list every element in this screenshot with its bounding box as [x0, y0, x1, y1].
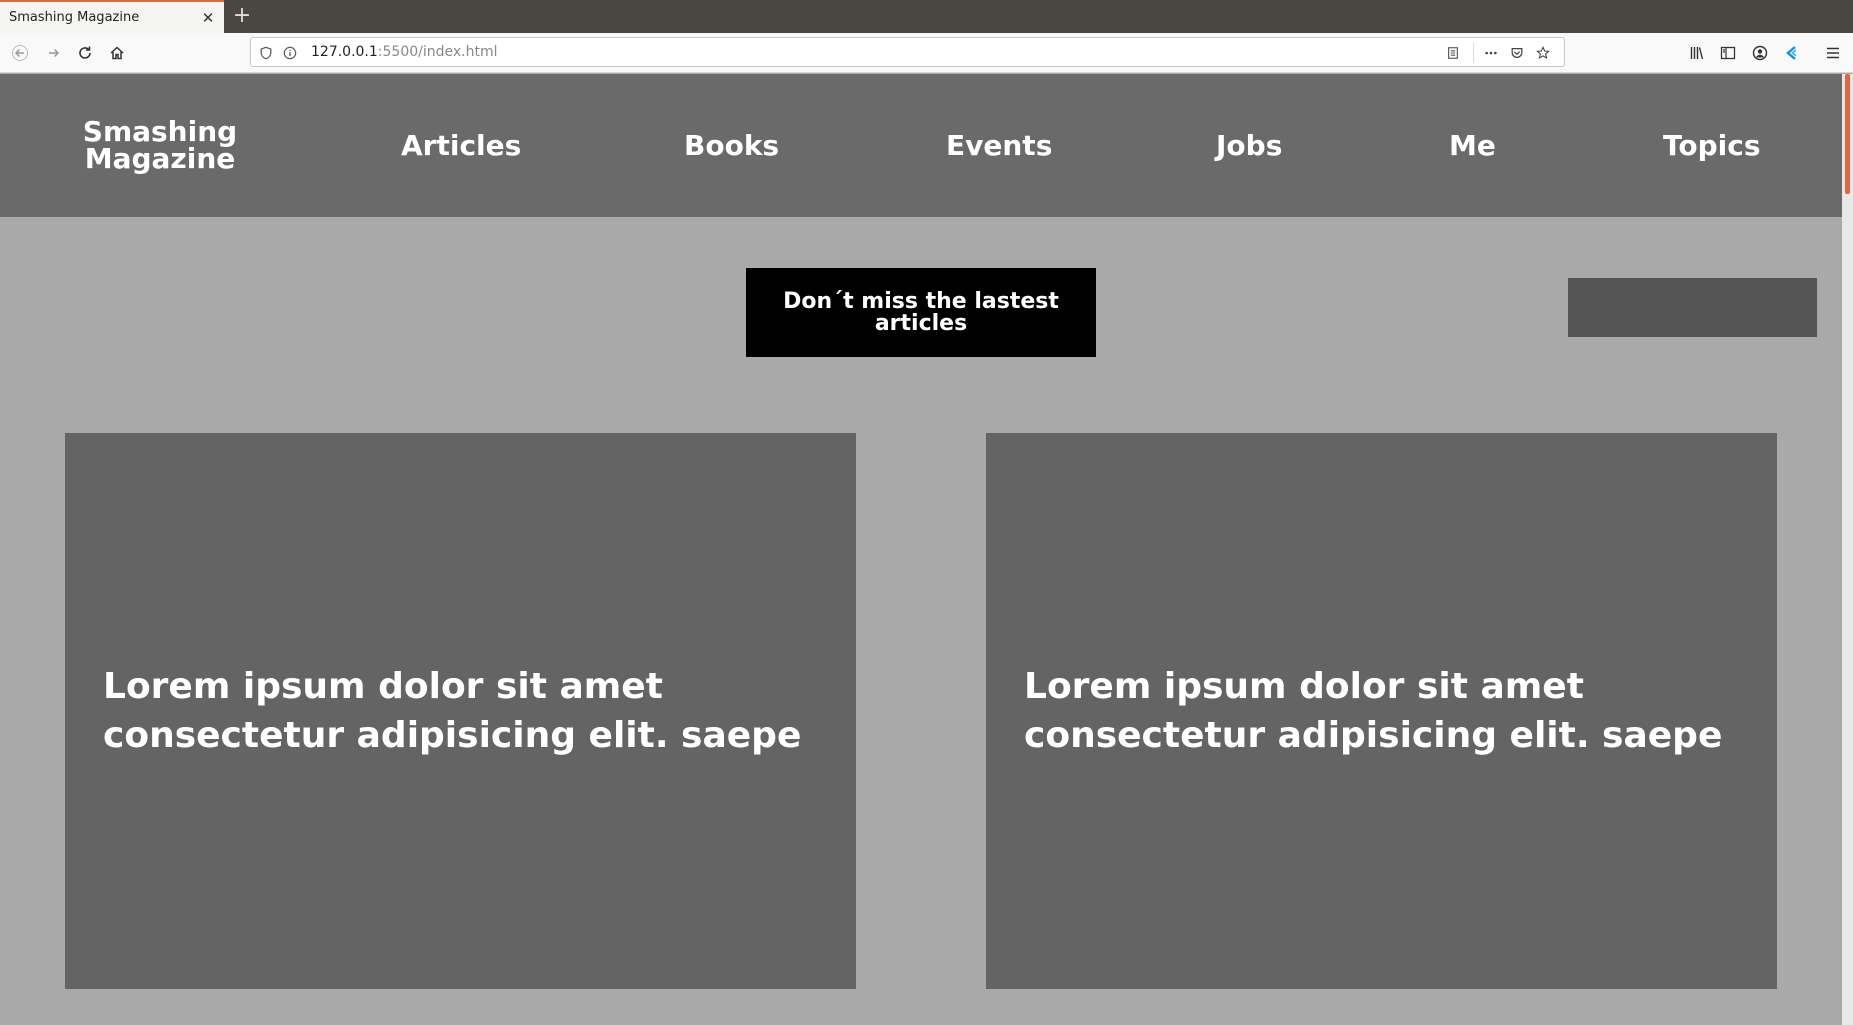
hamburger-menu-icon[interactable] [1819, 39, 1847, 67]
page-scrollbar[interactable] [1842, 74, 1853, 1025]
sidebar-icon[interactable] [1714, 39, 1742, 67]
forward-arrow-icon[interactable] [40, 39, 68, 67]
article-card[interactable]: Lorem ipsum dolor sit amet consectetur a… [65, 433, 856, 989]
scrollbar-thumb[interactable] [1845, 74, 1850, 194]
site-header: Smashing Magazine Articles Books Events … [0, 74, 1842, 217]
back-arrow-icon[interactable] [6, 39, 34, 67]
url-path: :5500/index.html [377, 44, 498, 60]
home-icon[interactable] [103, 39, 131, 67]
browser-tabstrip: Smashing Magazine ✕ + [0, 0, 1853, 33]
article-card[interactable]: Lorem ipsum dolor sit amet consectetur a… [986, 433, 1777, 989]
site-logo[interactable]: Smashing Magazine [70, 115, 250, 175]
pocket-icon[interactable] [1508, 44, 1526, 62]
nav-me[interactable]: Me [1449, 130, 1496, 162]
tracking-shield-icon[interactable] [257, 44, 275, 62]
reader-view-icon[interactable] [1444, 44, 1462, 62]
side-block [1568, 278, 1817, 337]
close-icon[interactable]: ✕ [198, 8, 218, 28]
url-bar[interactable]: 127.0.0.1:5500/index.html [250, 37, 1565, 67]
latest-articles-button[interactable]: Don´t miss the lastest articles [746, 268, 1096, 357]
library-icon[interactable] [1683, 39, 1711, 67]
web-page: Smashing Magazine Articles Books Events … [0, 74, 1842, 1025]
reload-icon[interactable] [71, 39, 99, 67]
logo-line-2: Magazine [84, 142, 236, 175]
tab-title: Smashing Magazine [9, 10, 140, 25]
account-icon[interactable] [1746, 39, 1774, 67]
url-bar-divider [1473, 43, 1474, 63]
page-actions-more-icon[interactable] [1482, 44, 1500, 62]
browser-tab-active[interactable]: Smashing Magazine ✕ [0, 0, 224, 33]
article-card-title: Lorem ipsum dolor sit amet consectetur a… [1024, 666, 1723, 756]
nav-events[interactable]: Events [946, 130, 1052, 162]
article-card-title: Lorem ipsum dolor sit amet consectetur a… [103, 666, 802, 756]
nav-articles[interactable]: Articles [401, 130, 521, 162]
logo-line-1: Smashing [82, 115, 238, 148]
nav-jobs[interactable]: Jobs [1216, 130, 1282, 162]
site-info-icon[interactable] [281, 44, 299, 62]
url-text[interactable]: 127.0.0.1:5500/index.html [311, 44, 498, 60]
extension-icon[interactable] [1778, 39, 1806, 67]
browser-navbar: 127.0.0.1:5500/index.html [0, 33, 1853, 73]
nav-topics[interactable]: Topics [1663, 130, 1761, 162]
url-host: 127.0.0.1 [311, 44, 378, 60]
new-tab-button[interactable]: + [230, 4, 254, 28]
bookmark-star-icon[interactable] [1534, 44, 1552, 62]
nav-books[interactable]: Books [684, 130, 779, 162]
